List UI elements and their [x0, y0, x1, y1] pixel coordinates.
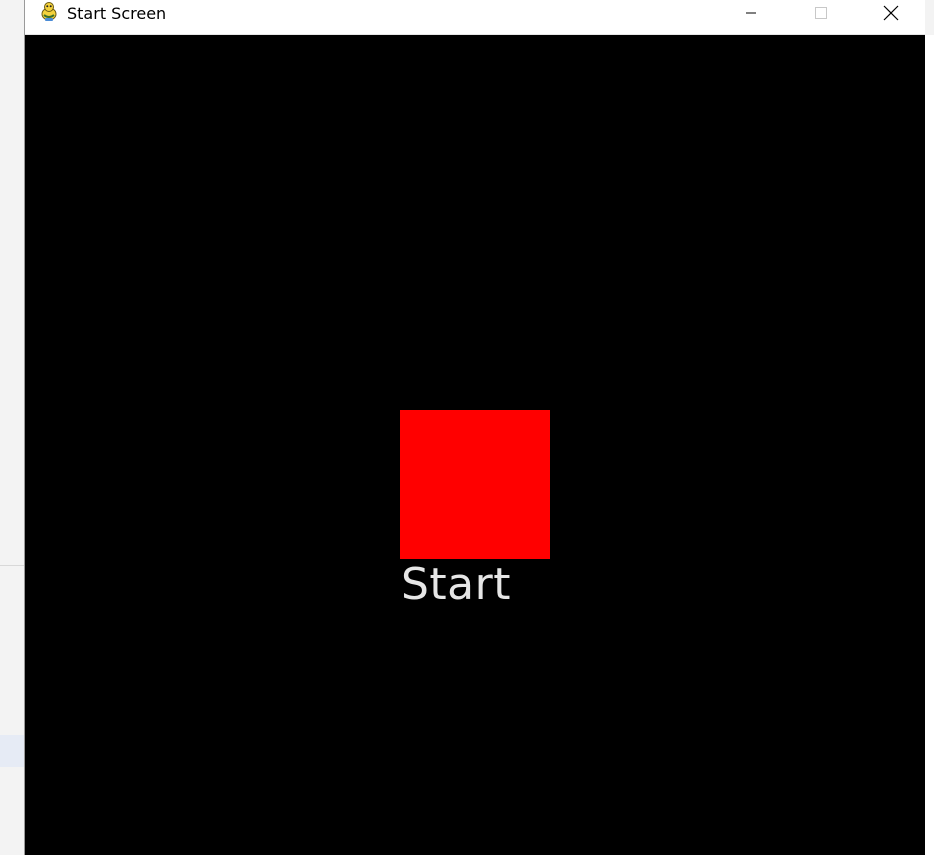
game-window: Start Screen Start: [24, 0, 925, 855]
minimize-button[interactable]: [728, 0, 774, 30]
game-canvas[interactable]: Start: [25, 35, 925, 855]
minimize-icon: [743, 5, 759, 26]
close-icon: [882, 4, 900, 27]
maximize-button[interactable]: [798, 0, 844, 30]
close-button[interactable]: [868, 0, 914, 30]
background-panel: [925, 35, 934, 855]
background-divider: [0, 565, 25, 566]
background-selection: [0, 735, 24, 767]
start-label: Start: [401, 559, 511, 610]
pygame-snake-icon: [38, 1, 60, 23]
title-bar[interactable]: Start Screen: [25, 0, 925, 35]
maximize-icon: [813, 5, 829, 26]
window-title: Start Screen: [67, 4, 167, 23]
start-button[interactable]: [400, 410, 550, 559]
